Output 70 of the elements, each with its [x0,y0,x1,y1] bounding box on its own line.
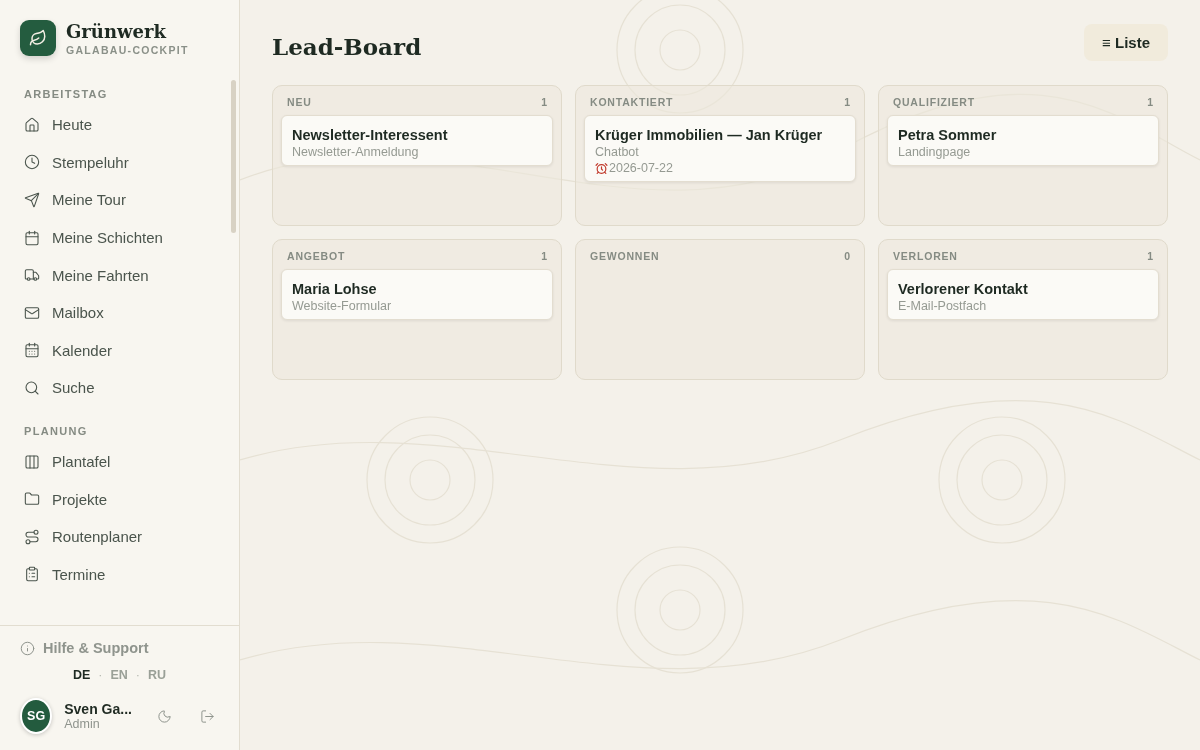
user-name: Sven Ga... [64,701,133,717]
column-count: 1 [1147,96,1153,108]
lead-source: E-Mail-Postfach [898,299,988,313]
logout-icon [200,708,215,724]
truck-icon [24,267,40,284]
grid-icon [24,453,40,470]
home-icon [24,116,40,133]
route-icon [24,528,40,545]
column-count: 0 [844,250,850,262]
brand-name: Grünwerk [66,20,168,42]
reminder-date: 2026-07-22 [609,161,673,175]
nav-item[interactable]: Heute [12,106,227,144]
alarm-clock-icon [595,161,608,175]
nav-item[interactable]: Meine Schichten [12,218,227,257]
search-icon [24,379,40,396]
lead-card[interactable]: Krüger Immobilien — Jan Krüger Chatbot 2026-07-22 [584,115,856,182]
lead-name: Newsletter-Interessent [292,127,449,143]
lead-card[interactable]: Maria Lohse Website-Formular [281,269,553,320]
language-option[interactable]: DE [72,668,91,682]
user-role: Admin [64,717,101,731]
nav-item[interactable]: Meine Tour [12,181,227,219]
clock-icon [24,154,40,171]
nav-item[interactable]: Suche [12,369,227,407]
nav-item[interactable]: Stempeluhr [12,143,227,182]
column-count: 1 [541,96,547,108]
column-count: 1 [541,250,547,262]
section-title: ARBEITSTAG [23,87,109,102]
column-title: QUALIFIZIERT [893,96,975,108]
info-icon [20,640,35,656]
folder-icon [24,491,40,508]
lead-source: Website-Formular [292,299,393,313]
clipboard-icon [24,566,40,583]
scrollbar-thumb[interactable] [231,80,236,233]
lead-card[interactable]: Verlorener Kontakt E-Mail-Postfach [887,269,1159,320]
lead-card[interactable]: Petra Sommer Landingpage [887,115,1159,166]
mail-icon [24,304,40,321]
page-title: Lead-Board [272,33,422,60]
calendar-icon [24,229,40,246]
lead-name: Petra Sommer [898,127,998,143]
nav-item[interactable]: Meine Fahrten [12,256,227,294]
column-title: NEU [287,96,312,108]
nav-item[interactable]: Plantafel [12,442,227,481]
section-title: PLANUNG [23,423,89,439]
column-count: 1 [1147,250,1153,262]
separator-dot: · [135,668,140,682]
nav-item[interactable]: Mailbox [12,293,227,332]
navigation-icon [24,192,40,208]
lead-name: Maria Lohse [292,281,378,297]
user-avatar: SG [20,698,53,734]
lead-name: Verlorener Kontakt [898,281,1029,297]
nav-item[interactable]: Projekte [12,480,227,518]
nav-item[interactable]: Routenplaner [12,517,227,556]
calendar-icon [24,342,40,359]
brand-subtitle: GALABAU-COCKPIT [66,43,189,56]
nav-item[interactable]: Termine [12,555,227,594]
lead-source: Landingpage [898,145,972,159]
separator-dot: · [98,668,103,682]
lead-source: Chatbot [595,145,640,159]
column-title: VERLOREN [893,250,958,262]
lead-card[interactable]: Newsletter-Interessent Newsletter-Anmeldung [281,115,553,166]
list-view-button[interactable]: ≡ Liste [1084,24,1168,61]
column-title: ANGEBOT [287,250,346,262]
logo-icon [20,20,56,56]
column-count: 1 [844,96,850,108]
lead-source: Newsletter-Anmeldung [292,145,420,159]
column-title: GEWONNEN [590,250,660,262]
nav-item[interactable]: Kalender [12,331,227,370]
moon-icon [157,708,172,724]
lead-name: Krüger Immobilien — Jan Krüger [595,127,824,143]
column-title: KONTAKTIERT [590,96,674,108]
